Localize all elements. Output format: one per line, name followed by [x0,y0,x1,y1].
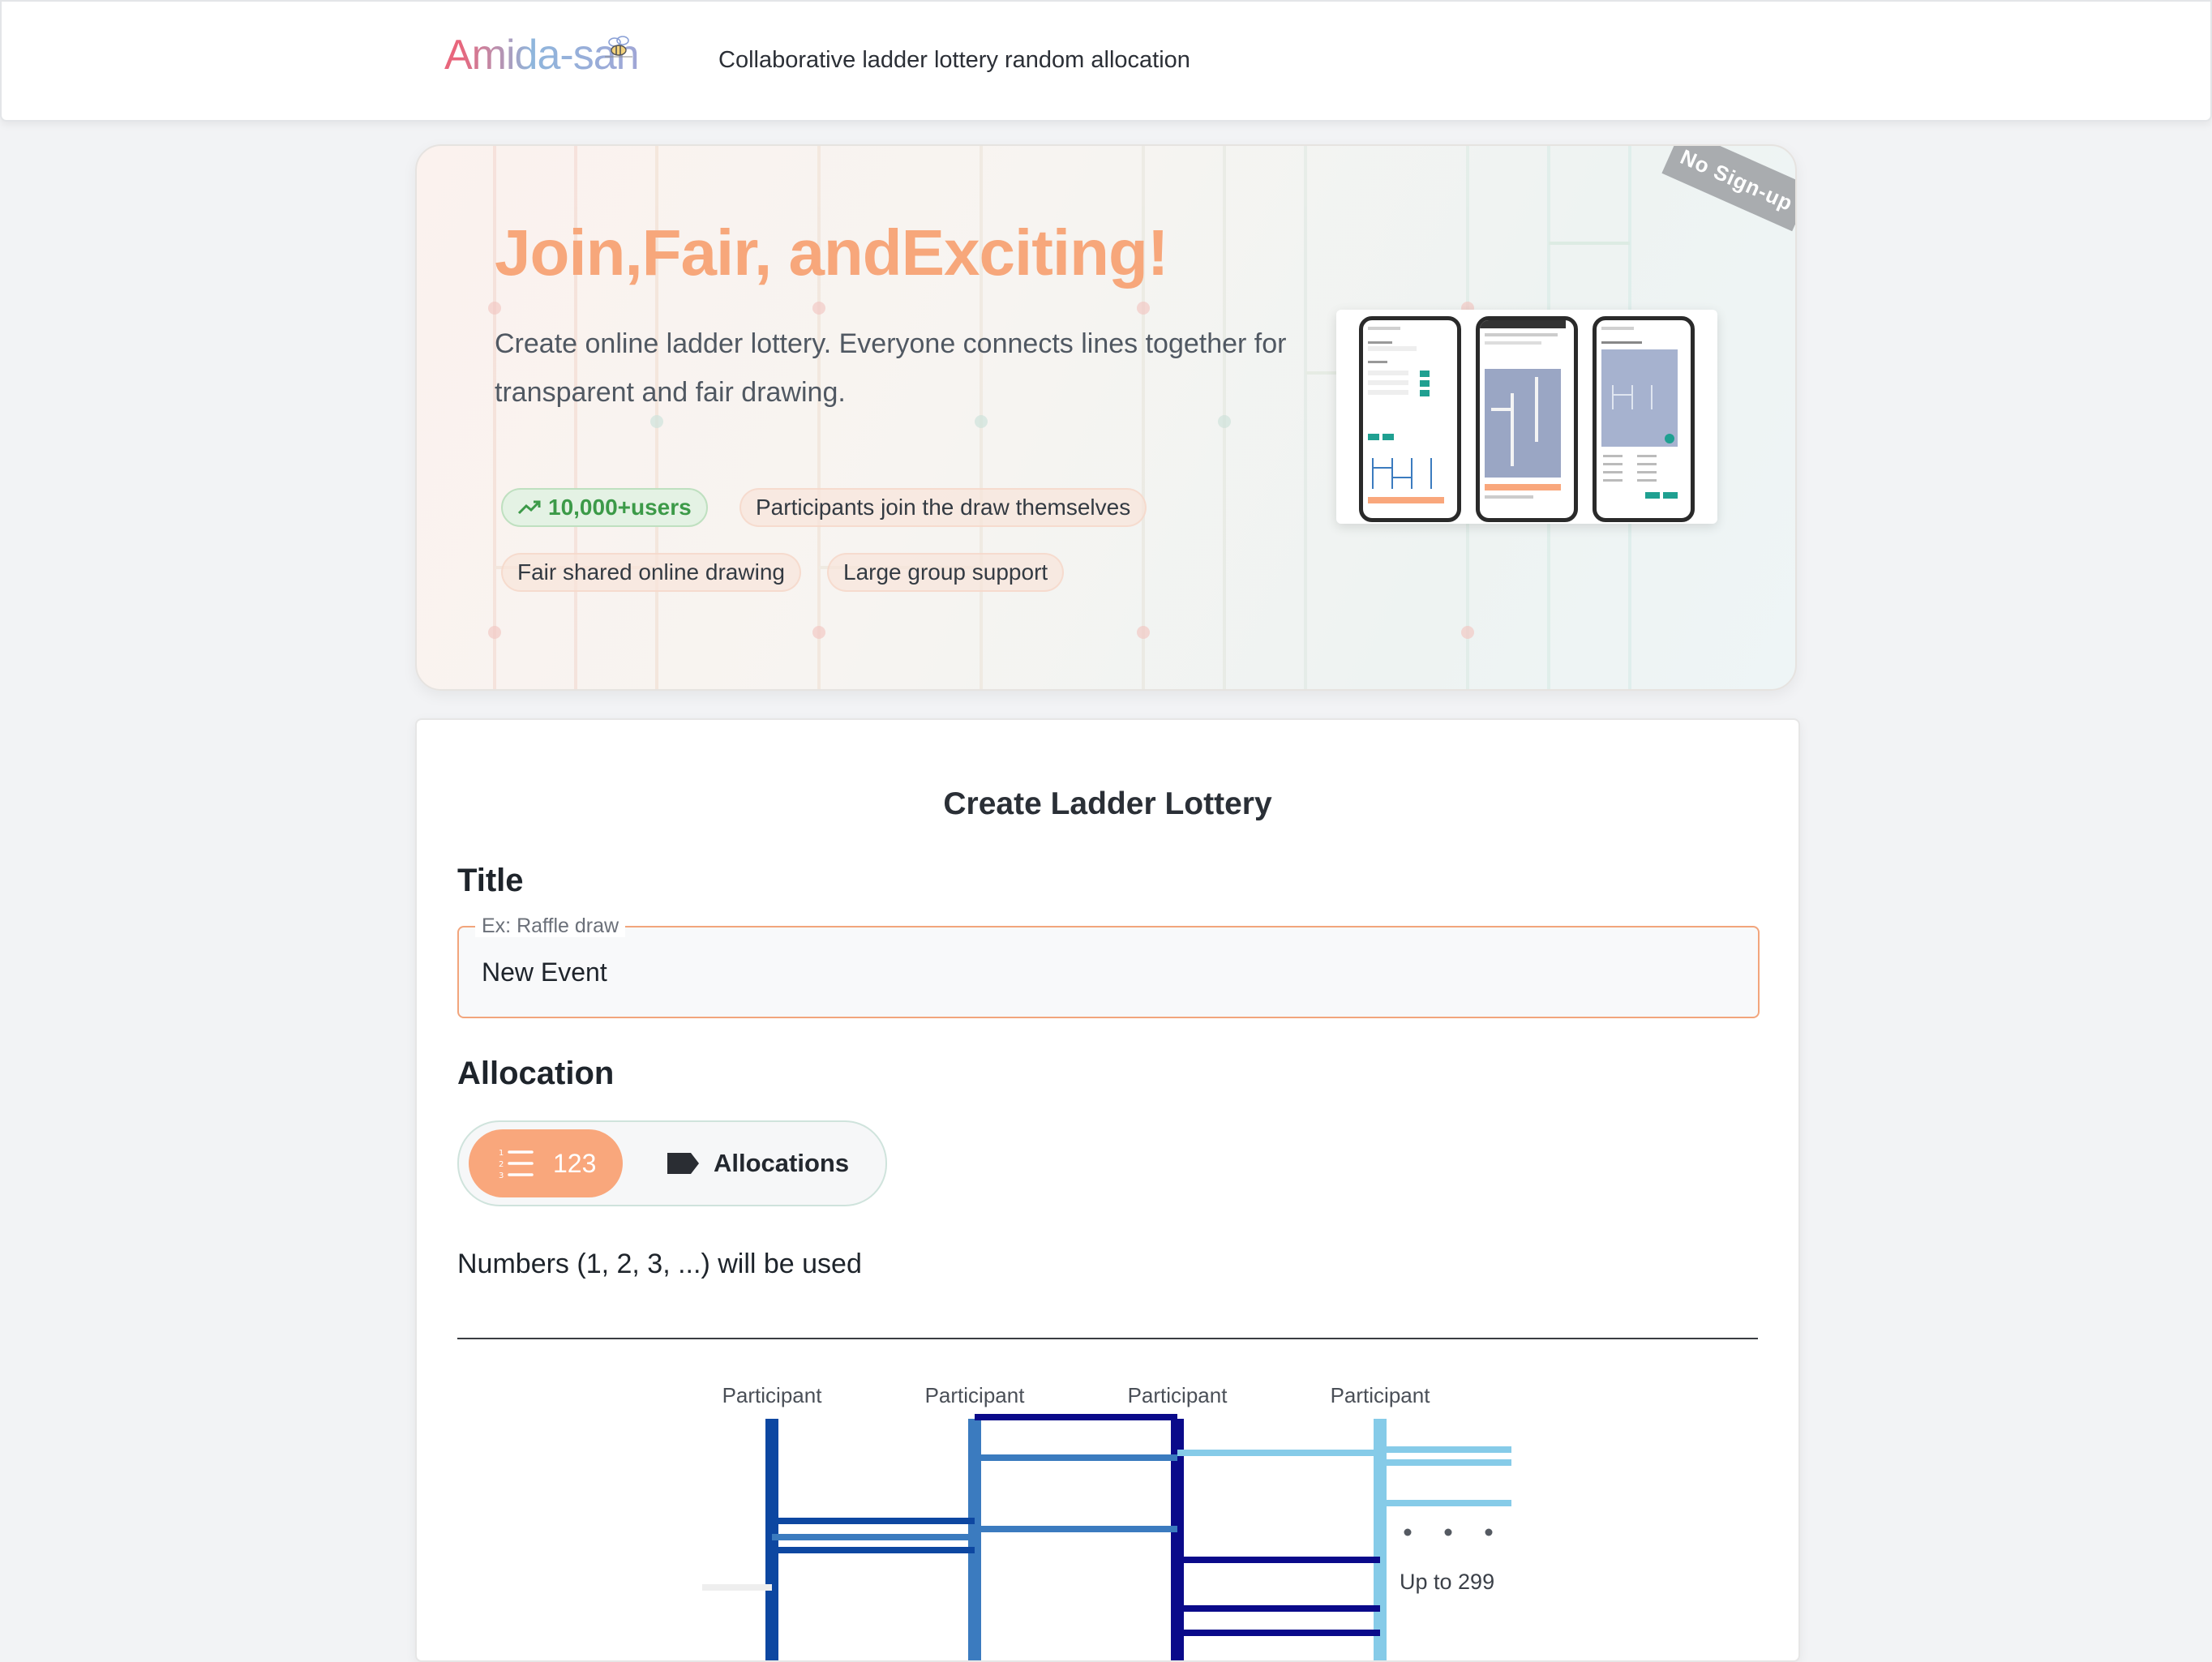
allocations-mode-button[interactable]: Allocations [650,1129,869,1197]
bee-icon [605,36,632,58]
numbers-mode-label: 123 [553,1149,597,1178]
phone-mockup-draw [1476,316,1578,522]
allocation-label: Allocation [457,1056,615,1091]
svg-text:2: 2 [499,1160,504,1169]
logo[interactable]: Amida-san [444,24,640,89]
feature-chip-large: Large group support [827,553,1065,592]
numbers-mode-button[interactable]: 123 123 [469,1129,623,1197]
users-chip: 10,000+users [501,488,708,527]
hero-title: Join,Fair, andExciting! [495,216,1168,289]
title-field[interactable]: Ex: Raffle draw [457,915,1760,1018]
title-input[interactable] [480,952,1700,992]
header-tagline: Collaborative ladder lottery random allo… [718,47,1190,73]
feature-chip-join: Participants join the draw themselves [739,488,1147,527]
ladder-preview [702,1414,1511,1660]
allocations-mode-label: Allocations [714,1149,850,1177]
phone-mockup-result [1593,316,1695,522]
svg-text:3: 3 [499,1172,504,1180]
section-divider [457,1338,1758,1339]
allocation-hint: Numbers (1, 2, 3, ...) will be used [457,1249,862,1279]
phone-mockup-setup [1359,316,1461,522]
svg-text:1: 1 [499,1149,504,1158]
numbered-list-icon: 1 2 3 [499,1149,534,1180]
title-field-placeholder: Ex: Raffle draw [475,915,626,937]
users-chip-label: 10,000+users [548,495,692,520]
title-label: Title [457,863,524,898]
max-participants-note: Up to 299 [1400,1570,1495,1594]
hero-banner: Join,Fair, andExciting! Create online la… [415,144,1797,691]
app-screenshots [1336,310,1717,524]
allocation-mode-toggle: 123 123 Allocations [457,1120,887,1206]
trending-up-icon [517,500,541,514]
create-ladder-card: Create Ladder Lottery Title Ex: Raffle d… [415,718,1800,1662]
tag-icon [667,1153,699,1174]
feature-chip-fair: Fair shared online drawing [501,553,801,592]
app-header: Amida-san Collaborative ladder lottery r… [0,0,2212,122]
more-dots [1404,1528,1493,1536]
card-title: Create Ladder Lottery [943,786,1272,821]
hero-description: Create online ladder lottery. Everyone c… [495,328,1287,408]
